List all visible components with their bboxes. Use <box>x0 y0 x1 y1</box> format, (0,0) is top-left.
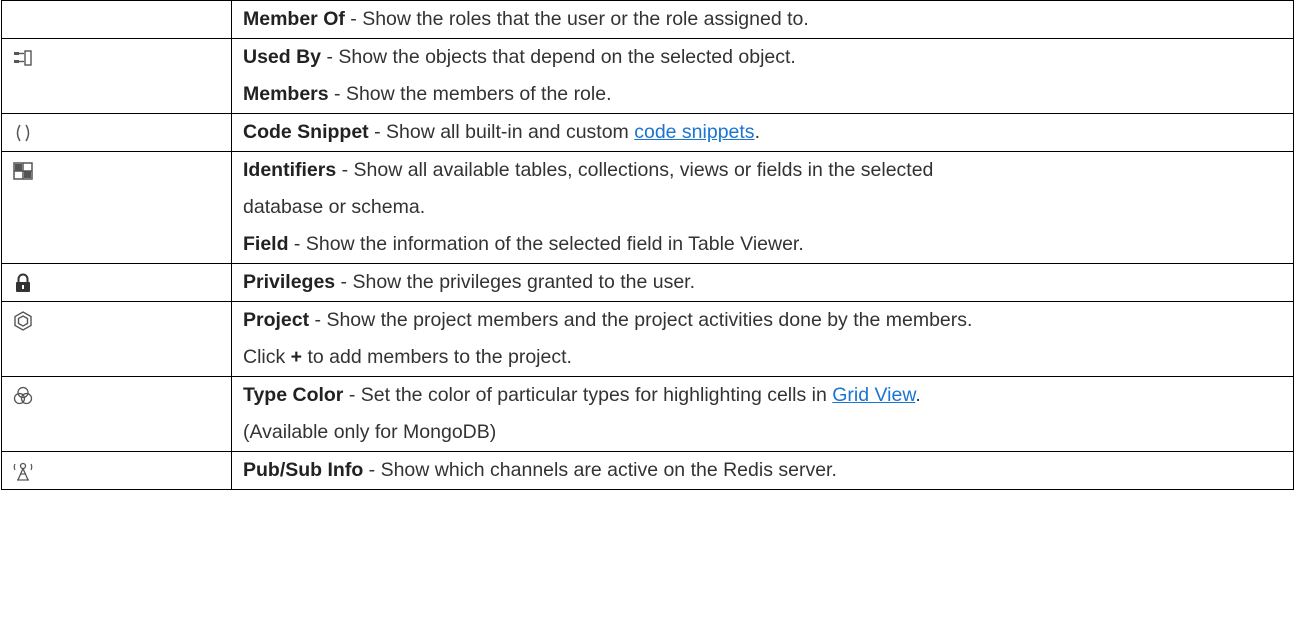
used-by-icon <box>12 47 34 69</box>
description-cell: Code Snippet - Show all built-in and cus… <box>231 113 1294 152</box>
description-line: Field - Show the information of the sele… <box>243 226 1285 263</box>
description-cell: Pub/Sub Info - Show which channels are a… <box>231 451 1294 490</box>
description-line: Project - Show the project members and t… <box>243 302 1285 339</box>
description-line: Privileges - Show the privileges granted… <box>243 264 1285 301</box>
description-line: Used By - Show the objects that depend o… <box>243 39 1285 76</box>
feature-name: Code Snippet <box>243 121 369 143</box>
lock-icon <box>12 272 34 294</box>
table-row: Pub/Sub Info - Show which channels are a… <box>1 451 1294 490</box>
table-row: Code Snippet - Show all built-in and cus… <box>1 113 1294 152</box>
project-icon <box>12 310 34 332</box>
description-line: Code Snippet - Show all built-in and cus… <box>243 114 1285 151</box>
feature-name: Project <box>243 309 310 331</box>
feature-description: - Show the members of the role. <box>328 83 612 105</box>
description-line: Member Of - Show the roles that the user… <box>243 1 1285 38</box>
feature-description: - Show all built-in and custom <box>368 121 635 143</box>
feature-description: - Show the information of the selected f… <box>288 233 804 255</box>
description-line: Pub/Sub Info - Show which channels are a… <box>243 452 1285 489</box>
feature-name: Field <box>243 233 289 255</box>
feature-description: Click <box>243 346 291 368</box>
grid-view-link[interactable]: Grid View <box>832 384 915 406</box>
description-cell: Used By - Show the objects that depend o… <box>231 38 1294 114</box>
pubsub-icon <box>12 460 34 482</box>
description-cell: Type Color - Set the color of particular… <box>231 376 1294 452</box>
table-row: Used By - Show the objects that depend o… <box>1 38 1294 114</box>
feature-description: - Show the roles that the user or the ro… <box>344 8 809 30</box>
icon-cell <box>1 263 232 302</box>
table-row: Project - Show the project members and t… <box>1 301 1294 377</box>
table-row: Privileges - Show the privileges granted… <box>1 263 1294 302</box>
description-line: database or schema. <box>243 189 1285 226</box>
feature-name: Member Of <box>243 8 345 30</box>
feature-name: Type Color <box>243 384 344 406</box>
feature-name: Pub/Sub Info <box>243 459 364 481</box>
description-line: Click + to add members to the project. <box>243 339 1285 376</box>
icon-cell <box>1 151 232 264</box>
identifiers-icon <box>12 160 34 182</box>
description-cell: Member Of - Show the roles that the user… <box>231 0 1294 39</box>
description-cell: Identifiers - Show all available tables,… <box>231 151 1294 264</box>
feature-name: Members <box>243 83 329 105</box>
feature-description: - Show all available tables, collections… <box>336 159 934 181</box>
feature-description: - Show which channels are active on the … <box>363 459 837 481</box>
info-pane-table: Member Of - Show the roles that the user… <box>1 0 1294 490</box>
icon-cell <box>1 301 232 377</box>
feature-description: - Show the objects that depend on the se… <box>321 46 796 68</box>
feature-description: (Available only for MongoDB) <box>243 421 497 443</box>
feature-name: Used By <box>243 46 322 68</box>
description-line: Type Color - Set the color of particular… <box>243 377 1285 414</box>
feature-description: - Show the privileges granted to the use… <box>335 271 696 293</box>
description-line: (Available only for MongoDB) <box>243 414 1285 451</box>
punctuation: . <box>754 121 760 143</box>
table-row: Member Of - Show the roles that the user… <box>1 0 1294 39</box>
feature-name: Privileges <box>243 271 336 293</box>
table-row: Type Color - Set the color of particular… <box>1 376 1294 452</box>
icon-cell <box>1 0 232 39</box>
feature-description: to add members to the project. <box>302 346 572 368</box>
feature-description: - Show the project members and the proje… <box>309 309 973 331</box>
type-color-icon <box>12 385 34 407</box>
feature-name: Identifiers <box>243 159 337 181</box>
icon-cell <box>1 451 232 490</box>
feature-description: database or schema. <box>243 196 426 218</box>
icon-cell <box>1 376 232 452</box>
description-cell: Project - Show the project members and t… <box>231 301 1294 377</box>
icon-cell <box>1 38 232 114</box>
icon-cell <box>1 113 232 152</box>
punctuation: . <box>915 384 921 406</box>
plus-symbol: + <box>290 346 303 368</box>
description-cell: Privileges - Show the privileges granted… <box>231 263 1294 302</box>
description-line: Identifiers - Show all available tables,… <box>243 152 1285 189</box>
feature-description: - Set the color of particular types for … <box>343 384 833 406</box>
description-line: Members - Show the members of the role. <box>243 76 1285 113</box>
code-snippet-icon <box>12 122 34 144</box>
code-snippets-link[interactable]: code snippets <box>634 121 754 143</box>
table-row: Identifiers - Show all available tables,… <box>1 151 1294 264</box>
